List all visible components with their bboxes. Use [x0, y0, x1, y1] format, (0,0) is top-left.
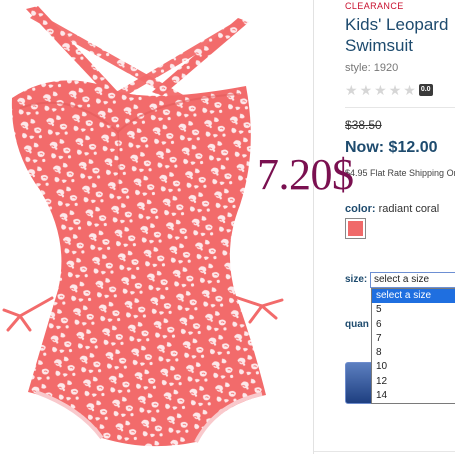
color-value: radiant coral [378, 203, 440, 215]
shipping-note: $4.95 Flat Rate Shipping On [345, 168, 455, 178]
product-title-line2: Swimsuit [345, 36, 414, 55]
size-option[interactable]: 10 [372, 360, 455, 374]
rating-score-badge: 0.0 [418, 84, 433, 96]
size-label: size: [345, 274, 368, 285]
product-title-line1: Kids' Leopard [345, 15, 449, 34]
product-page: CLEARANCE Kids' Leopard Swimsuit style: … [0, 0, 455, 454]
rating-stars[interactable]: ★ ★ ★ ★ ★ 0.0 [345, 83, 433, 97]
divider [314, 451, 455, 452]
quantity-label: quan [345, 319, 369, 330]
size-option[interactable]: select a size [372, 289, 455, 304]
size-option[interactable]: 6 [372, 318, 455, 332]
original-price: $38.50 [345, 118, 382, 132]
size-option[interactable]: 5 [372, 303, 455, 317]
size-option[interactable]: 7 [372, 332, 455, 346]
color-label: color: radiant coral [345, 203, 439, 215]
color-label-text: color: [345, 203, 376, 215]
clearance-badge: CLEARANCE [345, 1, 404, 11]
size-option[interactable]: 8 [372, 346, 455, 360]
style-number: style: 1920 [345, 62, 399, 74]
product-image [2, 6, 284, 447]
divider [345, 107, 455, 108]
size-select[interactable]: select a size [370, 272, 455, 288]
product-title: Kids' Leopard Swimsuit [345, 14, 448, 56]
star-icon: ★ [403, 82, 416, 98]
color-swatch-radiant-coral[interactable] [345, 218, 366, 239]
sale-price: Now: $12.00 [345, 139, 438, 156]
overlay-price-annotation: 7.20$ [257, 150, 354, 199]
size-option[interactable]: 12 [372, 375, 455, 389]
star-icon: ★ [345, 82, 358, 98]
star-icon: ★ [359, 82, 373, 98]
star-icon: ★ [374, 82, 387, 98]
star-icon: ★ [388, 82, 402, 98]
color-swatch-fill [348, 221, 363, 236]
image-divider [313, 0, 314, 454]
size-option[interactable]: 14 [372, 389, 455, 403]
size-dropdown-list: select a size 5 6 7 8 10 12 14 [371, 288, 455, 405]
